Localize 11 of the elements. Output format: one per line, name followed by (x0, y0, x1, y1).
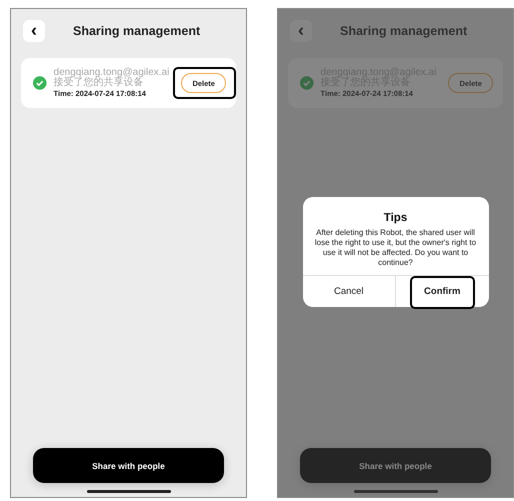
share-button[interactable]: Share with people (33, 448, 224, 483)
back-button[interactable]: ‹ (290, 20, 312, 42)
user-email: dengqiang.tong@agilex.ai接受了您的共享设备 (54, 68, 170, 88)
dialog-button[interactable]: Cancel (302, 276, 395, 307)
dialog-button[interactable]: Confirm (395, 276, 488, 307)
share-button[interactable]: Share with people (300, 448, 491, 483)
dialog-message: After deleting this Robot, the shared user will lose the right to use it, but the owner's right to use it will not be affected. Do you want to continue? (314, 227, 478, 269)
dialog-title: Tips (384, 212, 408, 224)
back-button[interactable]: ‹ (23, 20, 45, 42)
screen-title: Sharing management (73, 24, 200, 38)
screen-title: Sharing management (340, 24, 468, 38)
